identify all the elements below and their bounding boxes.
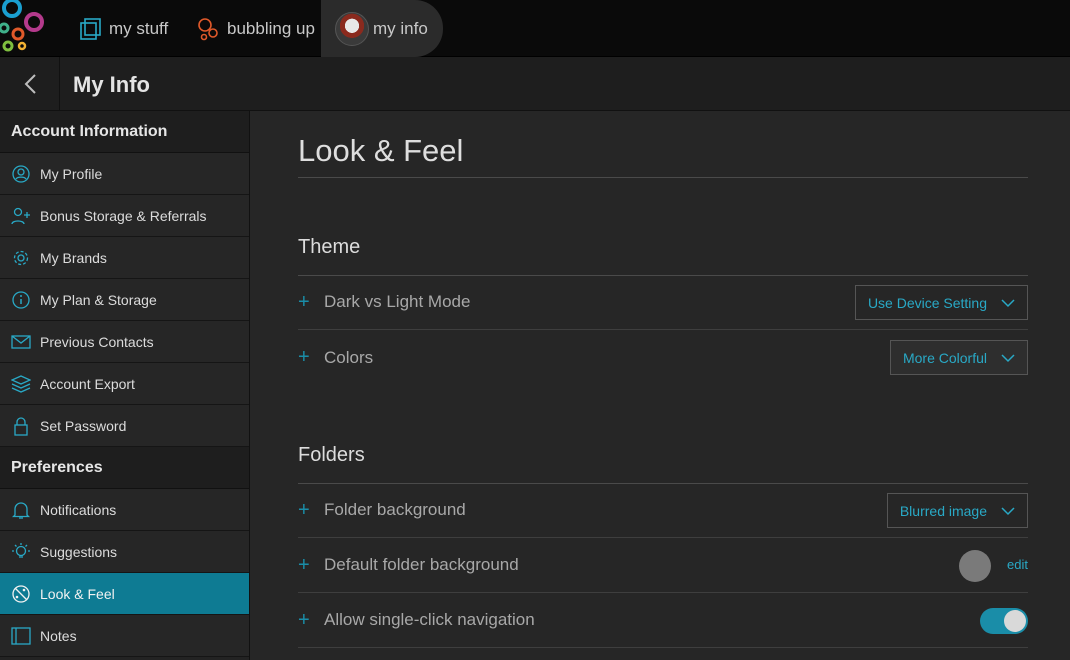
folder-background-swatch[interactable] xyxy=(959,550,991,582)
expand-plus-icon[interactable]: + xyxy=(298,291,324,314)
page-title: My Info xyxy=(73,72,150,97)
sidebar: Account Information My Profile Bonus Sto… xyxy=(0,111,250,660)
setting-row-dark-light-mode: + Dark vs Light Mode Use Device Setting xyxy=(298,275,1028,330)
sidebar-item-label: Bonus Storage & Referrals xyxy=(40,207,207,224)
sidebar-item-suggestions[interactable]: Suggestions xyxy=(0,531,249,573)
chevron-down-icon xyxy=(1001,506,1015,515)
sidebar-item-set-password[interactable]: Set Password xyxy=(0,405,249,447)
app-logo-icon[interactable] xyxy=(0,0,60,57)
colors-dropdown[interactable]: More Colorful xyxy=(889,340,1028,375)
palette-icon xyxy=(11,584,31,604)
sidebar-item-bonus-storage[interactable]: Bonus Storage & Referrals xyxy=(0,195,249,237)
sidebar-item-account-export[interactable]: Account Export xyxy=(0,363,249,405)
setting-label: Colors xyxy=(324,347,374,367)
top-nav: my stuff bubbling up my info xyxy=(0,0,1070,57)
expand-plus-icon[interactable]: + xyxy=(298,346,324,369)
setting-row-default-folder-background: + Default folder background edit xyxy=(298,538,1028,593)
dropdown-value: Use Device Setting xyxy=(867,294,987,311)
sidebar-item-notifications[interactable]: Notifications xyxy=(0,489,249,531)
chevron-down-icon xyxy=(1001,298,1015,307)
setting-label: Default folder background xyxy=(324,555,519,574)
tab-my-stuff-label: my stuff xyxy=(109,18,169,38)
setting-label: Folder background xyxy=(324,500,466,519)
folders-heading: Folders xyxy=(298,444,365,466)
sidebar-item-label: My Plan & Storage xyxy=(40,291,157,308)
sidebar-item-my-profile[interactable]: My Profile xyxy=(0,153,249,195)
title-divider xyxy=(298,177,1028,178)
toggle-knob xyxy=(1004,610,1026,632)
sidebar-item-label: Suggestions xyxy=(40,543,118,560)
lock-icon xyxy=(11,416,31,436)
sidebar-item-label: Look & Feel xyxy=(40,585,115,602)
expand-plus-icon[interactable]: + xyxy=(298,499,324,522)
sidebar-item-previous-contacts[interactable]: Previous Contacts xyxy=(0,321,249,363)
layers-icon xyxy=(11,374,31,394)
avatar xyxy=(335,11,369,46)
folders-icon xyxy=(80,17,101,40)
setting-label: Allow single-click navigation xyxy=(324,610,535,629)
gear-icon xyxy=(11,248,31,268)
tab-bubbling-up-label: bubbling up xyxy=(227,18,315,38)
profile-icon xyxy=(11,164,31,184)
main-content: Look & Feel Theme + Dark vs Light Mode U… xyxy=(251,111,1070,660)
bell-icon xyxy=(11,500,31,520)
info-icon xyxy=(11,290,31,310)
setting-row-colors: + Colors More Colorful xyxy=(298,330,1028,385)
tab-bubbling-up[interactable]: bubbling up xyxy=(196,0,315,57)
sidebar-item-my-plan-storage[interactable]: My Plan & Storage xyxy=(0,279,249,321)
expand-plus-icon[interactable]: + xyxy=(298,554,324,577)
tab-my-stuff[interactable]: my stuff xyxy=(78,0,168,57)
add-user-icon xyxy=(11,206,31,226)
sidebar-item-label: My Brands xyxy=(40,249,107,266)
expand-plus-icon[interactable]: + xyxy=(298,609,324,632)
setting-row-single-click-navigation: + Allow single-click navigation xyxy=(298,593,1028,648)
sidebar-item-label: Notifications xyxy=(40,501,117,518)
note-icon xyxy=(11,626,31,646)
sidebar-section-account-information: Account Information xyxy=(0,111,249,153)
setting-row-folder-background: + Folder background Blurred image xyxy=(298,483,1028,538)
sidebar-item-label: Notes xyxy=(40,627,77,644)
sidebar-item-label: Set Password xyxy=(40,417,127,434)
theme-heading: Theme xyxy=(298,236,361,258)
chevron-left-icon xyxy=(24,74,36,94)
single-click-navigation-toggle[interactable] xyxy=(980,608,1028,634)
sidebar-item-label: Account Export xyxy=(40,375,135,392)
setting-label: Dark vs Light Mode xyxy=(324,292,471,311)
sidebar-item-label: My Profile xyxy=(40,165,103,182)
edit-link[interactable]: edit xyxy=(1007,557,1028,572)
back-button[interactable] xyxy=(0,57,60,111)
dropdown-value: Blurred image xyxy=(899,502,987,519)
bubbles-icon xyxy=(198,17,218,40)
dark-light-mode-dropdown[interactable]: Use Device Setting xyxy=(854,285,1028,320)
sidebar-item-notes[interactable]: Notes xyxy=(0,615,249,657)
sidebar-item-label: Previous Contacts xyxy=(40,333,154,350)
dropdown-value: More Colorful xyxy=(902,349,987,366)
sidebar-item-my-brands[interactable]: My Brands xyxy=(0,237,249,279)
folder-background-dropdown[interactable]: Blurred image xyxy=(886,493,1028,528)
sidebar-item-look-feel[interactable]: Look & Feel xyxy=(0,573,249,615)
chevron-down-icon xyxy=(1001,353,1015,362)
envelope-icon xyxy=(11,332,31,352)
sidebar-section-preferences: Preferences xyxy=(0,447,249,489)
section-title: Look & Feel xyxy=(298,133,464,168)
lightbulb-icon xyxy=(11,542,31,562)
page-header: My Info xyxy=(0,57,1070,111)
tab-my-info-label: my info xyxy=(373,18,428,38)
tab-my-info[interactable]: my info xyxy=(321,0,443,57)
